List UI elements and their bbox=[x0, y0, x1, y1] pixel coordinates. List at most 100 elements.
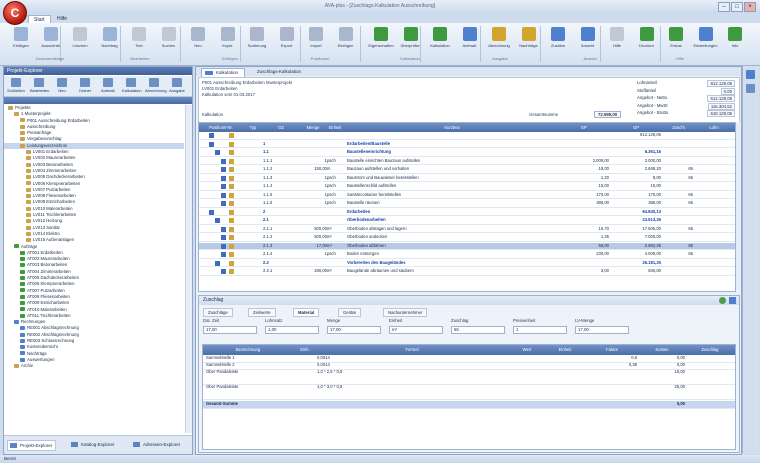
ribbon-button[interactable]: Hilfe bbox=[604, 27, 630, 48]
table-row[interactable]: 1.1 Baustelleneinrichtung 6.361,16 bbox=[199, 149, 735, 157]
detail-header-cell[interactable]: Wert bbox=[509, 345, 545, 355]
detail-header-cell[interactable]: Faktor bbox=[587, 345, 637, 355]
detail-header-cell[interactable]: Zuschlag bbox=[687, 345, 733, 355]
grid-header-cell[interactable]: Kurztext bbox=[347, 123, 557, 132]
explorer-tool-button[interactable]: Abrechnung bbox=[145, 78, 167, 93]
row-expander-icon[interactable] bbox=[221, 235, 226, 240]
ribbon-tab-hilfe[interactable]: Hilfe bbox=[52, 15, 72, 23]
row-expander-icon[interactable] bbox=[221, 201, 226, 206]
row-expander-icon[interactable] bbox=[221, 192, 226, 198]
ribbon-button[interactable]: Nachträge bbox=[516, 27, 542, 48]
form-field[interactable]: 17,00 bbox=[203, 326, 257, 334]
close-icon[interactable]: × bbox=[744, 2, 756, 12]
row-expander-icon[interactable] bbox=[215, 218, 220, 223]
grid-header-cell[interactable]: Menge bbox=[299, 123, 327, 132]
app-menu-button[interactable]: C bbox=[3, 1, 27, 25]
row-expander-icon[interactable] bbox=[221, 175, 226, 181]
row-expander-icon[interactable] bbox=[221, 158, 226, 164]
ribbon-button[interactable]: Text bbox=[126, 27, 152, 48]
detail-tab[interactable]: Zeitwerte bbox=[248, 308, 276, 317]
tab-zuschlags-kalkulation[interactable]: Zuschlags-Kalkulation bbox=[251, 68, 307, 76]
detail-row[interactable]: Ober Pandaleiste 1,0 * 2,5 * 0,8 15,00 bbox=[203, 369, 735, 385]
ribbon-button[interactable]: Eigenschaften bbox=[368, 27, 394, 48]
ribbon-button[interactable]: Drucken bbox=[634, 27, 660, 48]
table-row[interactable]: 1.1.5 1 psch Sanitärcontainer bereitstellen… bbox=[199, 192, 735, 200]
grid-header-cell[interactable]: Typ bbox=[243, 123, 263, 132]
explorer-tool-button[interactable]: Aufmaß bbox=[99, 78, 117, 93]
table-row[interactable]: 1.1.6 1 psch Baustelle räumen 386,00 386,00 65 bbox=[199, 200, 735, 208]
row-expander-icon[interactable] bbox=[221, 252, 226, 257]
pin-icon[interactable] bbox=[729, 297, 736, 304]
maximize-icon[interactable]: □ bbox=[731, 2, 743, 12]
form-field[interactable]: 17,00 bbox=[575, 326, 629, 334]
ribbon-button[interactable]: Extras bbox=[663, 27, 689, 48]
explorer-tool-button[interactable]: Ausgabe bbox=[168, 78, 186, 93]
ribbon-button[interactable]: Zusätze bbox=[545, 27, 571, 48]
table-row[interactable]: 1.1.2 150,00 m Bauzaun aufstellen und vorha… bbox=[199, 166, 735, 174]
detail-header-cell[interactable]: Einheit bbox=[547, 345, 583, 355]
table-row[interactable]: 2.1.4 1 psch Boden entsorgen 230,00 4.009,00 6… bbox=[199, 251, 735, 259]
row-expander-icon[interactable] bbox=[209, 209, 214, 215]
grid-header-cell[interactable]: Einheit bbox=[327, 123, 343, 132]
tab-kalkulation[interactable]: Kalkulation bbox=[201, 68, 246, 77]
detail-header-cell[interactable]: Kosten bbox=[639, 345, 685, 355]
detail-tab[interactable]: Nachunternehmer bbox=[383, 308, 428, 317]
ribbon-button[interactable]: Info bbox=[722, 27, 748, 48]
table-row[interactable]: 2 Erdarbeiten 84.840,13 bbox=[199, 209, 735, 217]
grid-scrollbar[interactable] bbox=[736, 122, 740, 290]
row-expander-icon[interactable] bbox=[221, 269, 226, 274]
detail-header-cell[interactable]: Formel bbox=[317, 345, 507, 355]
ribbon-button[interactable]: Import bbox=[303, 27, 329, 48]
ribbon-button[interactable]: Löschen bbox=[67, 27, 93, 48]
table-row[interactable]: 1.1.3 1 psch Baustrom und Bauwasser bereits… bbox=[199, 175, 735, 183]
form-field[interactable]: 17,00 bbox=[327, 326, 381, 334]
ribbon-button[interactable]: Abrechnung bbox=[486, 27, 512, 48]
detail-row[interactable]: Ober Pandaleiste 1,0 * 3,0 * 0,8 25,00 bbox=[203, 384, 735, 400]
table-row[interactable]: 2.1 Oberbodenarbeiten 23.513,26 bbox=[199, 217, 735, 225]
ribbon-button[interactable]: Nachtrag bbox=[97, 27, 123, 48]
grid-header-cell[interactable]: EP bbox=[559, 123, 609, 132]
detail-tab[interactable]: Material bbox=[293, 308, 320, 317]
ribbon-button[interactable]: Aufmaß bbox=[457, 27, 483, 48]
ribbon-button[interactable]: Export bbox=[274, 27, 300, 48]
grid-header-cell[interactable]: GP bbox=[611, 123, 661, 132]
row-expander-icon[interactable] bbox=[221, 184, 226, 189]
ribbon-button[interactable]: Neu bbox=[185, 27, 211, 48]
tree-item[interactable]: Archiv bbox=[4, 363, 184, 369]
ribbon-button[interactable]: Einfügen bbox=[8, 27, 34, 48]
grid-header-cell[interactable]: Positions-Nr. bbox=[199, 123, 243, 132]
explorer-tool-button[interactable]: Bearbeiten bbox=[30, 78, 49, 93]
table-row[interactable]: 612.129,05 bbox=[199, 132, 735, 140]
explorer-tab[interactable]: Projekt-Explorer bbox=[7, 440, 57, 451]
ribbon-button[interactable]: Ansicht bbox=[575, 27, 601, 48]
expand-icon[interactable] bbox=[719, 297, 726, 304]
row-expander-icon[interactable] bbox=[215, 260, 220, 266]
ribbon-button[interactable]: Einfügen bbox=[333, 27, 359, 48]
ribbon-button[interactable]: Einstellungen bbox=[693, 27, 719, 48]
explorer-tab[interactable]: Adressen-Explorer bbox=[131, 440, 183, 449]
ribbon-button[interactable]: Kalkulation bbox=[427, 27, 453, 48]
detail-header-cell[interactable]: Einh. bbox=[295, 345, 315, 355]
detail-tab[interactable]: Geräte bbox=[338, 308, 362, 317]
table-row[interactable]: 2.1.3 17,00 m³ Oberboden abfahren 56,00 2.962… bbox=[199, 242, 735, 251]
row-expander-icon[interactable] bbox=[209, 133, 214, 138]
form-field[interactable]: m³ bbox=[389, 326, 443, 334]
search-icon[interactable] bbox=[746, 84, 755, 93]
explorer-tool-button[interactable]: Ordner bbox=[76, 78, 94, 93]
table-row[interactable]: 1 Erdarbeiten/Baustelle bbox=[199, 141, 735, 149]
explorer-tool-button[interactable]: Neu bbox=[53, 78, 71, 93]
grid-header-cell[interactable]: Lohn bbox=[695, 123, 733, 132]
ribbon-button[interactable]: Sortierung bbox=[244, 27, 270, 48]
minimize-icon[interactable]: – bbox=[718, 2, 730, 12]
tree-scrollbar[interactable] bbox=[185, 105, 192, 433]
grid-header-cell[interactable]: Zuschl. bbox=[665, 123, 693, 132]
table-row[interactable]: 1.1.1 1 psch Baustelle einrichten Bauzaun a… bbox=[199, 158, 735, 166]
ribbon-button[interactable]: Kopie bbox=[215, 27, 241, 48]
explorer-tool-button[interactable]: Schließen bbox=[7, 78, 25, 93]
row-expander-icon[interactable] bbox=[221, 167, 226, 172]
form-field[interactable]: 1,00 bbox=[265, 326, 319, 334]
grid-header-cell[interactable]: OZ bbox=[263, 123, 299, 132]
row-expander-icon[interactable] bbox=[209, 141, 214, 147]
ribbon-button[interactable]: Suchen bbox=[156, 27, 182, 48]
explorer-tab[interactable]: Katalog-Explorer bbox=[69, 440, 118, 449]
